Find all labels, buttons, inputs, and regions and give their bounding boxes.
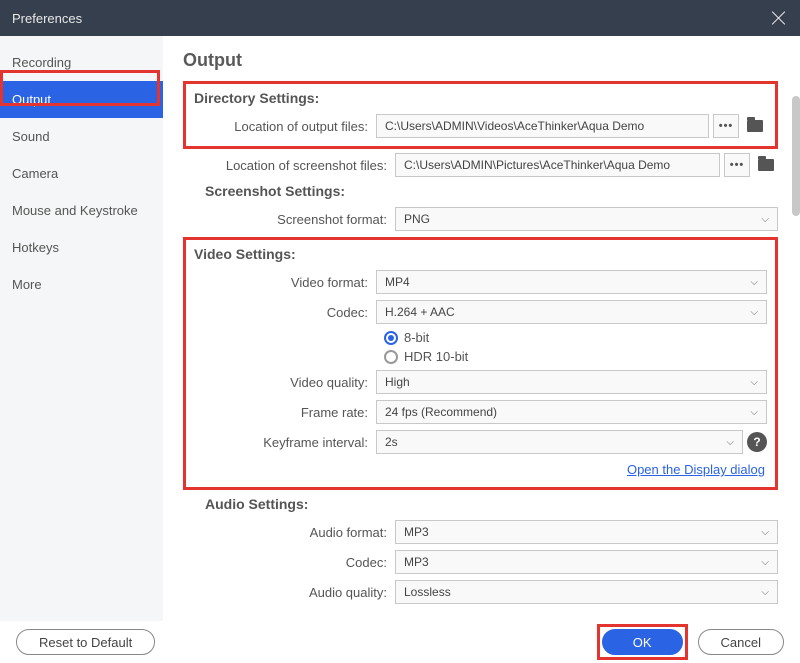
- screenshot-title: Screenshot Settings:: [205, 183, 778, 199]
- chevron-down-icon: ⌵: [761, 587, 769, 598]
- chevron-down-icon: ⌵: [726, 437, 734, 448]
- audio-quality-select[interactable]: Lossless⌵: [395, 580, 778, 604]
- screenshot-format-select[interactable]: PNG⌵: [395, 207, 778, 231]
- chevron-down-icon: ⌵: [750, 307, 758, 318]
- chevron-down-icon: ⌵: [750, 277, 758, 288]
- audio-codec-select[interactable]: MP3⌵: [395, 550, 778, 574]
- folder-icon[interactable]: [743, 114, 767, 138]
- screenshot-path-label: Location of screenshot files:: [205, 158, 395, 173]
- sidebar-item-sound[interactable]: Sound: [0, 118, 163, 155]
- chevron-down-icon: ⌵: [750, 407, 758, 418]
- audio-quality-label: Audio quality:: [205, 585, 395, 600]
- sidebar-item-recording[interactable]: Recording: [0, 44, 163, 81]
- video-quality-label: Video quality:: [194, 375, 376, 390]
- close-icon[interactable]: [770, 9, 788, 27]
- window-title: Preferences: [12, 11, 82, 26]
- display-dialog-link[interactable]: Open the Display dialog: [194, 462, 765, 477]
- audio-title: Audio Settings:: [205, 496, 778, 512]
- output-path-field[interactable]: C:\Users\ADMIN\Videos\AceThinker\Aqua De…: [376, 114, 709, 138]
- page-title: Output: [183, 50, 778, 71]
- codec-label: Codec:: [194, 305, 376, 320]
- keyframe-select[interactable]: 2s⌵: [376, 430, 743, 454]
- audio-format-label: Audio format:: [205, 525, 395, 540]
- cancel-button[interactable]: Cancel: [698, 629, 784, 655]
- audio-settings-section: Audio Settings: Audio format: MP3⌵ Codec…: [205, 496, 778, 604]
- directory-title: Directory Settings:: [194, 90, 767, 106]
- chevron-down-icon: ⌵: [761, 557, 769, 568]
- chevron-down-icon: ⌵: [750, 377, 758, 388]
- bitdepth-8bit-radio[interactable]: 8-bit: [384, 330, 767, 345]
- video-codec-select[interactable]: H.264 + AAC⌵: [376, 300, 767, 324]
- output-path-label: Location of output files:: [194, 119, 376, 134]
- chevron-down-icon: ⌵: [761, 527, 769, 538]
- video-format-select[interactable]: MP4⌵: [376, 270, 767, 294]
- footer: Reset to Default OK Cancel: [0, 621, 800, 663]
- video-settings-section: Video Settings: Video format: MP4⌵ Codec…: [183, 237, 778, 490]
- ok-button[interactable]: OK: [602, 629, 683, 655]
- sidebar-item-output[interactable]: Output: [0, 81, 163, 118]
- screenshot-format-label: Screenshot format:: [205, 212, 395, 227]
- scrollbar[interactable]: [792, 96, 800, 296]
- keyframe-label: Keyframe interval:: [194, 435, 376, 450]
- browse-screenshot-button[interactable]: •••: [724, 153, 750, 177]
- folder-icon[interactable]: [754, 153, 778, 177]
- video-format-label: Video format:: [194, 275, 376, 290]
- screenshot-path-field[interactable]: C:\Users\ADMIN\Pictures\AceThinker\Aqua …: [395, 153, 720, 177]
- audio-format-select[interactable]: MP3⌵: [395, 520, 778, 544]
- frame-rate-label: Frame rate:: [194, 405, 376, 420]
- frame-rate-select[interactable]: 24 fps (Recommend)⌵: [376, 400, 767, 424]
- screenshot-settings-section: Screenshot Settings: Screenshot format: …: [205, 183, 778, 231]
- sidebar-item-more[interactable]: More: [0, 266, 163, 303]
- sidebar-item-mouse[interactable]: Mouse and Keystroke: [0, 192, 163, 229]
- video-title: Video Settings:: [194, 246, 767, 262]
- browse-output-button[interactable]: •••: [713, 114, 739, 138]
- titlebar: Preferences: [0, 0, 800, 36]
- radio-icon: [384, 331, 398, 345]
- main-panel: Output Directory Settings: Location of o…: [163, 36, 800, 621]
- sidebar: Recording Output Sound Camera Mouse and …: [0, 36, 163, 621]
- audio-codec-label: Codec:: [205, 555, 395, 570]
- help-icon[interactable]: ?: [747, 432, 767, 452]
- sidebar-item-hotkeys[interactable]: Hotkeys: [0, 229, 163, 266]
- reset-button[interactable]: Reset to Default: [16, 629, 155, 655]
- bitdepth-hdr-radio[interactable]: HDR 10-bit: [384, 349, 767, 364]
- video-quality-select[interactable]: High⌵: [376, 370, 767, 394]
- radio-icon: [384, 350, 398, 364]
- chevron-down-icon: ⌵: [761, 214, 769, 225]
- sidebar-item-camera[interactable]: Camera: [0, 155, 163, 192]
- directory-settings-section: Directory Settings: Location of output f…: [183, 81, 778, 149]
- screenshot-path-row: Location of screenshot files: C:\Users\A…: [205, 153, 778, 177]
